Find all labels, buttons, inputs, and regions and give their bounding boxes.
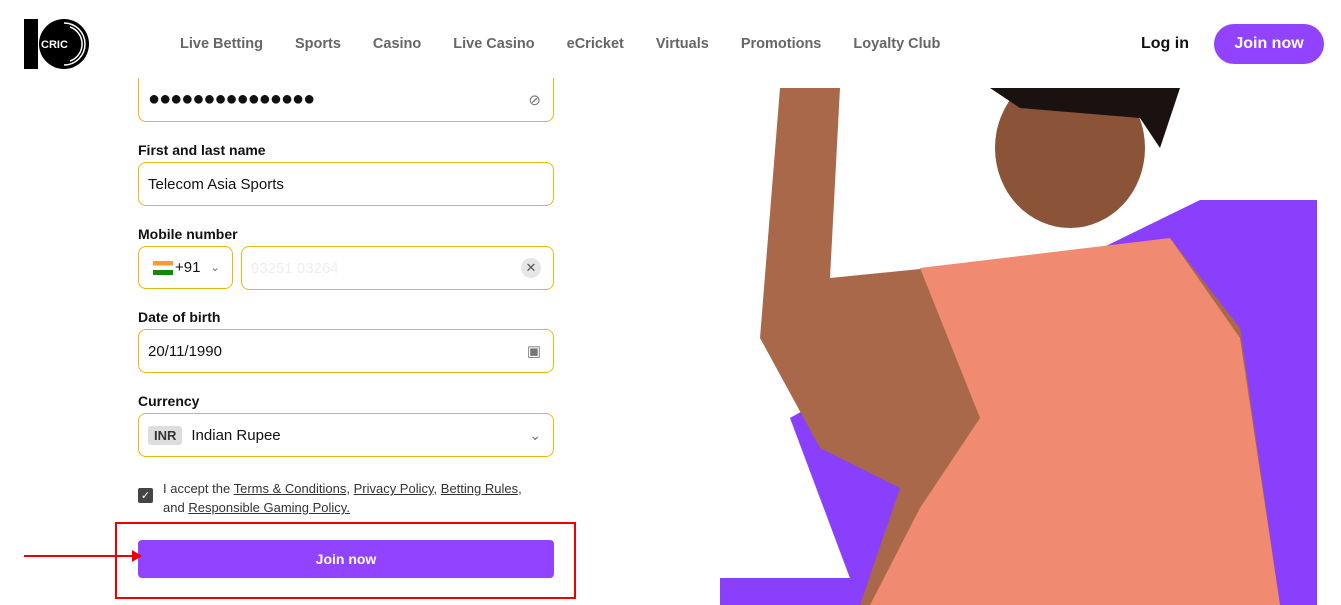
eye-off-icon[interactable]: ⊘ xyxy=(528,91,541,109)
nav-virtuals[interactable]: Virtuals xyxy=(656,36,709,52)
nav-casino[interactable]: Casino xyxy=(373,36,421,52)
password-value: ●●●●●●●●●●●●●●● xyxy=(148,88,315,110)
terms-checkbox[interactable]: ✓ xyxy=(138,488,153,503)
currency-label: Currency xyxy=(138,393,200,409)
terms-conditions-link[interactable]: Terms & Conditions xyxy=(234,481,347,496)
name-label: First and last name xyxy=(138,142,266,158)
svg-text:CRIC: CRIC xyxy=(41,39,68,51)
logo[interactable]: CRIC xyxy=(24,19,90,69)
name-field[interactable]: Telecom Asia Sports xyxy=(138,162,554,206)
dob-label: Date of birth xyxy=(138,309,221,325)
sep: , xyxy=(346,481,350,496)
name-value: Telecom Asia Sports xyxy=(148,175,284,193)
terms-prefix: I accept the xyxy=(163,481,231,496)
calendar-icon[interactable]: ▣ xyxy=(527,342,541,360)
terms-text: I accept the Terms & Conditions, Privacy… xyxy=(163,479,523,517)
betting-rules-link[interactable]: Betting Rules xyxy=(441,481,518,496)
mobile-field[interactable]: 93251 03264 ✕ xyxy=(241,246,554,290)
main-nav: Live Betting Sports Casino Live Casino e… xyxy=(180,36,940,52)
country-code-select[interactable]: +91 ⌄ xyxy=(138,246,233,289)
login-link[interactable]: Log in xyxy=(1141,35,1189,53)
india-flag-icon xyxy=(153,260,173,275)
currency-code: INR xyxy=(148,425,183,445)
dob-field[interactable]: 20/11/1990 ▣ xyxy=(138,329,554,373)
nav-live-casino[interactable]: Live Casino xyxy=(453,36,534,52)
clear-icon[interactable]: ✕ xyxy=(521,258,541,278)
privacy-policy-link[interactable]: Privacy Policy xyxy=(354,481,434,496)
currency-select[interactable]: INR Indian Rupee ⌄ xyxy=(138,413,554,457)
nav-loyalty-club[interactable]: Loyalty Club xyxy=(853,36,940,52)
annotation-highlight-box xyxy=(115,522,576,599)
sep: , xyxy=(433,481,438,496)
hero-image xyxy=(720,88,1317,605)
nav-promotions[interactable]: Promotions xyxy=(741,36,822,52)
chevron-down-icon: ⌄ xyxy=(529,426,541,443)
join-now-header-button[interactable]: Join now xyxy=(1214,24,1324,64)
nav-ecricket[interactable]: eCricket xyxy=(567,36,624,52)
nav-live-betting[interactable]: Live Betting xyxy=(180,36,263,52)
currency-name: Indian Rupee xyxy=(191,426,281,444)
dob-value: 20/11/1990 xyxy=(148,342,222,360)
country-code: +91 xyxy=(175,259,201,276)
chevron-down-icon: ⌄ xyxy=(210,262,220,274)
mobile-value: 93251 03264 xyxy=(251,259,339,277)
annotation-arrow xyxy=(24,550,142,562)
password-field[interactable]: ●●●●●●●●●●●●●●● ⊘ xyxy=(138,78,554,122)
nav-sports[interactable]: Sports xyxy=(295,36,341,52)
responsible-gaming-link[interactable]: Responsible Gaming Policy. xyxy=(188,500,350,515)
mobile-label: Mobile number xyxy=(138,226,238,242)
